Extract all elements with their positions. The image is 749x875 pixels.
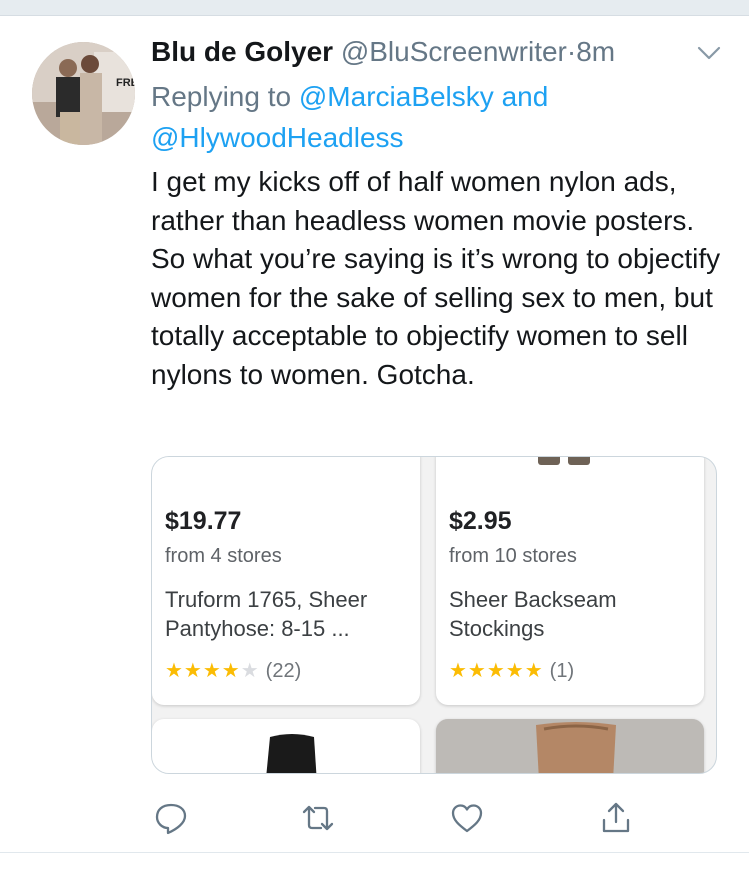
review-count: (1) [549, 660, 575, 682]
product-title: Sheer Backseam Stockings [449, 587, 617, 641]
product-image-top [538, 457, 590, 465]
product-card[interactable] [152, 719, 420, 773]
product-card[interactable] [436, 719, 704, 773]
product-card[interactable]: $19.77 from 4 stores Truform 1765, Sheer… [152, 457, 420, 705]
product-price: $2.95 [449, 507, 512, 535]
review-count: (22) [265, 660, 302, 682]
replying-to-line: Replying to @MarciaBelsky and @HlywoodHe… [151, 76, 711, 158]
header-separator: · [566, 36, 577, 67]
product-title: Truform 1765, Sheer Pantyhose: 8-15 ... [165, 587, 368, 641]
reply-icon[interactable] [153, 800, 189, 836]
mention-and[interactable]: and [502, 81, 549, 112]
replying-to-label: Replying to [151, 81, 292, 112]
star-rating-icon: ★★★★★ [165, 660, 260, 682]
retweet-icon[interactable] [300, 800, 336, 836]
share-icon[interactable] [598, 800, 634, 836]
chevron-down-icon[interactable] [694, 40, 724, 66]
avatar[interactable]: FREE [32, 42, 135, 145]
avatar-photo: FREE [32, 42, 135, 145]
product-rating: ★★★★★ (1) [449, 659, 574, 683]
product-stores: from 4 stores [165, 545, 282, 567]
product-stores: from 10 stores [449, 545, 577, 567]
tweet-header: Blu de Golyer @BluScreenwriter·8m [151, 34, 711, 70]
product-price: $19.77 [165, 507, 242, 535]
author-handle[interactable]: @BluScreenwriter [341, 36, 567, 67]
author-name[interactable]: Blu de Golyer [151, 36, 333, 67]
svg-text:FREE: FREE [116, 77, 135, 89]
product-image-stockings [436, 719, 704, 773]
mention-link-hlywoodheadless[interactable]: @HlywoodHeadless [151, 122, 404, 153]
product-image-pantyhose [266, 734, 317, 773]
product-card-carousel[interactable]: $19.77 from 4 stores Truform 1765, Sheer… [151, 456, 717, 774]
bottom-divider [0, 852, 749, 853]
mention-link-marciabelsky[interactable]: @MarciaBelsky [299, 81, 494, 112]
tweet-timestamp[interactable]: 8m [576, 36, 615, 67]
product-card[interactable]: $2.95 from 10 stores Sheer Backseam Stoc… [436, 457, 704, 705]
heart-icon[interactable] [449, 800, 485, 836]
top-divider-strip [0, 0, 749, 16]
product-rating: ★★★★★ (22) [165, 659, 301, 683]
tweet-text: I get my kicks off of half women nylon a… [151, 166, 721, 390]
star-rating-icon: ★★★★★ [449, 660, 544, 682]
